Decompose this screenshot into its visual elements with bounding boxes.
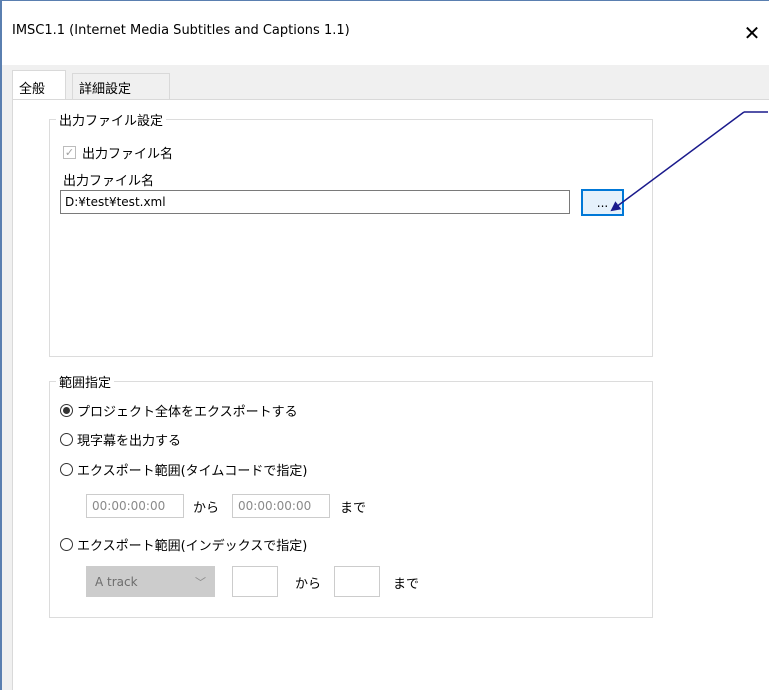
radio-label: エクスポート範囲(タイムコードで指定) <box>77 464 308 479</box>
to-text: まで <box>393 577 420 592</box>
output-group-legend: 出力ファイル設定 <box>56 110 167 129</box>
close-button[interactable]: ✕ <box>737 13 767 53</box>
checkmark-icon: ✓ <box>64 146 75 159</box>
dialog-client-area: 全般 詳細設定 出力ファイル設定 ✓ 出力ファイル名 出力ファイル名 D:¥te… <box>2 65 769 690</box>
radio-export-range-timecode[interactable]: エクスポート範囲(タイムコードで指定) <box>60 460 308 479</box>
index-to-input[interactable] <box>334 566 380 597</box>
from-text: から <box>193 501 220 516</box>
radio-label: 現字幕を出力する <box>77 434 182 449</box>
range-settings-group: 範囲指定 プロジェクト全体をエクスポートする 現字幕を出力する エクスポート範囲… <box>49 372 653 618</box>
tab-panel-general: 出力ファイル設定 ✓ 出力ファイル名 出力ファイル名 D:¥test¥test.… <box>12 99 769 690</box>
radio-button[interactable] <box>60 433 73 446</box>
dialog-window: IMSC1.1 (Internet Media Subtitles and Ca… <box>0 0 769 690</box>
track-select[interactable]: A track ﹀ <box>86 566 215 597</box>
track-select-value: A track <box>95 574 138 589</box>
tab-general[interactable]: 全般 <box>12 70 66 100</box>
close-icon: ✕ <box>743 21 761 45</box>
timecode-to-input[interactable]: 00:00:00:00 <box>232 494 330 518</box>
output-path-input[interactable]: D:¥test¥test.xml <box>60 190 570 214</box>
radio-output-current-subtitles[interactable]: 現字幕を出力する <box>60 430 181 449</box>
timecode-from-input[interactable]: 00:00:00:00 <box>86 494 184 518</box>
radio-label: エクスポート範囲(インデックスで指定) <box>77 539 308 554</box>
radio-export-range-index[interactable]: エクスポート範囲(インデックスで指定) <box>60 535 307 554</box>
browse-button[interactable]: ... <box>581 189 624 216</box>
from-text: から <box>295 577 322 592</box>
range-group-legend: 範囲指定 <box>56 372 115 391</box>
radio-export-whole-project[interactable]: プロジェクト全体をエクスポートする <box>60 401 298 420</box>
index-from-input[interactable] <box>232 566 278 597</box>
radio-label: プロジェクト全体をエクスポートする <box>77 405 298 420</box>
radio-button-selected[interactable] <box>60 404 73 417</box>
tab-advanced-settings[interactable]: 詳細設定 <box>72 73 170 100</box>
output-filename-checkbox[interactable]: ✓ <box>63 146 76 159</box>
output-filename-label: 出力ファイル名 <box>63 174 155 189</box>
output-filename-checkbox-row[interactable]: ✓ 出力ファイル名 <box>63 143 173 162</box>
radio-button[interactable] <box>60 538 73 551</box>
window-title: IMSC1.1 (Internet Media Subtitles and Ca… <box>12 23 350 38</box>
chevron-down-icon: ﹀ <box>195 575 206 589</box>
radio-button[interactable] <box>60 463 73 476</box>
title-bar: IMSC1.1 (Internet Media Subtitles and Ca… <box>2 1 769 65</box>
to-text: まで <box>340 501 367 516</box>
output-file-settings-group: 出力ファイル設定 ✓ 出力ファイル名 出力ファイル名 D:¥test¥test.… <box>49 110 653 357</box>
checkbox-label: 出力ファイル名 <box>82 147 174 162</box>
